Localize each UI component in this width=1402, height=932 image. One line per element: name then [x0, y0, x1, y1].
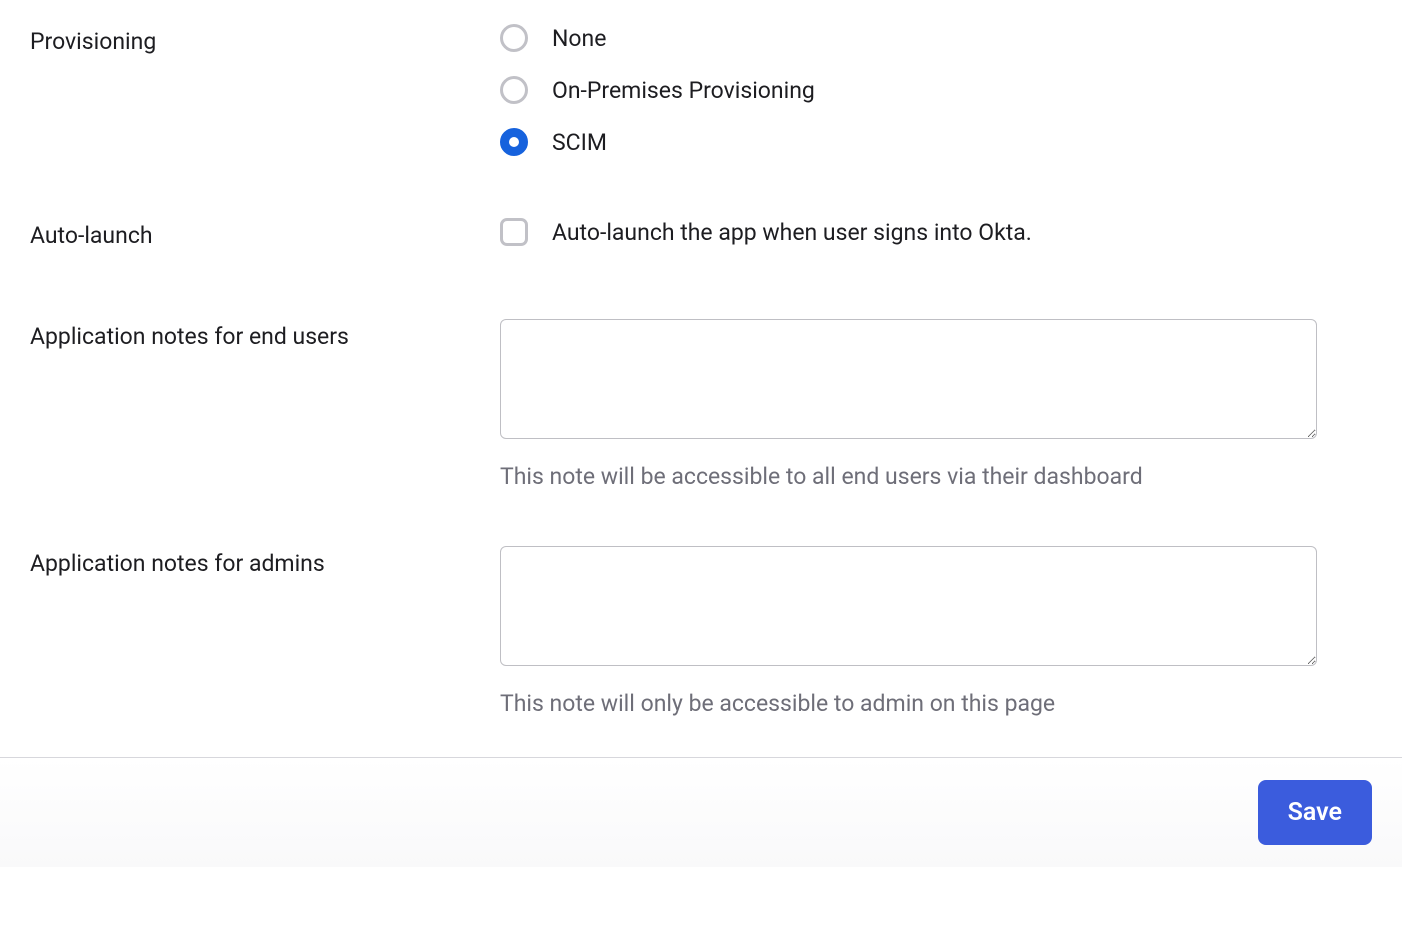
provisioning-option-none[interactable]: None	[500, 24, 1372, 52]
radio-label: SCIM	[552, 129, 607, 156]
notes-admins-textarea[interactable]	[500, 546, 1317, 666]
radio-icon	[500, 24, 528, 52]
radio-label: On-Premises Provisioning	[552, 77, 815, 104]
provisioning-label: Provisioning	[30, 24, 500, 55]
notes-admins-helper: This note will only be accessible to adm…	[500, 690, 1372, 717]
auto-launch-checkbox[interactable]: Auto-launch the app when user signs into…	[500, 218, 1372, 246]
radio-icon	[500, 128, 528, 156]
provisioning-radio-group: None On-Premises Provisioning SCIM	[500, 24, 1372, 156]
notes-end-users-control: This note will be accessible to all end …	[500, 319, 1372, 490]
auto-launch-label: Auto-launch	[30, 218, 500, 249]
notes-admins-row: Application notes for admins This note w…	[30, 546, 1372, 717]
footer-bar: Save	[0, 757, 1402, 867]
notes-end-users-label: Application notes for end users	[30, 319, 500, 350]
checkbox-icon	[500, 218, 528, 246]
notes-admins-control: This note will only be accessible to adm…	[500, 546, 1372, 717]
auto-launch-row: Auto-launch Auto-launch the app when use…	[30, 218, 1372, 249]
save-button[interactable]: Save	[1258, 780, 1372, 845]
provisioning-option-on-premises[interactable]: On-Premises Provisioning	[500, 76, 1372, 104]
radio-icon	[500, 76, 528, 104]
settings-form: Provisioning None On-Premises Provisioni…	[0, 0, 1402, 717]
checkbox-label: Auto-launch the app when user signs into…	[552, 219, 1032, 246]
provisioning-option-scim[interactable]: SCIM	[500, 128, 1372, 156]
notes-end-users-row: Application notes for end users This not…	[30, 319, 1372, 490]
provisioning-row: Provisioning None On-Premises Provisioni…	[30, 24, 1372, 156]
auto-launch-control: Auto-launch the app when user signs into…	[500, 218, 1372, 246]
notes-admins-label: Application notes for admins	[30, 546, 500, 577]
notes-end-users-textarea[interactable]	[500, 319, 1317, 439]
notes-end-users-helper: This note will be accessible to all end …	[500, 463, 1372, 490]
radio-label: None	[552, 25, 606, 52]
